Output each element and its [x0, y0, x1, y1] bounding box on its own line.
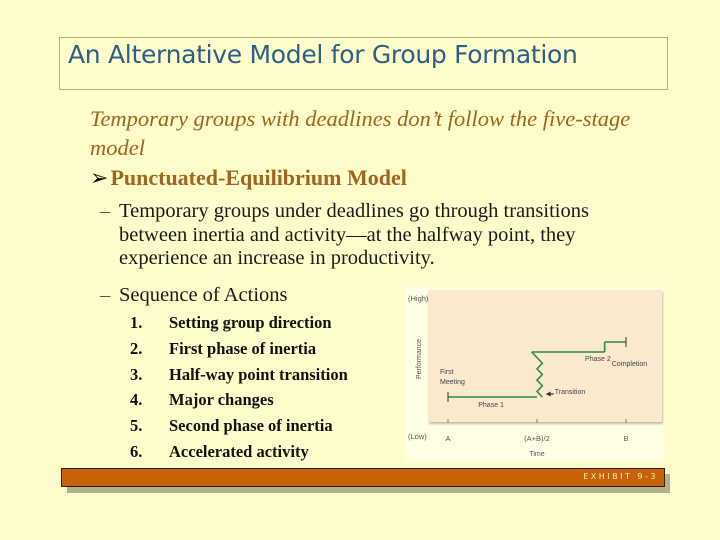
- step-label: Half-way point transition: [169, 364, 348, 384]
- step-label: Setting group direction: [169, 313, 332, 332]
- step-label: Major changes: [169, 390, 274, 410]
- punctuated-equilibrium-chart: (High) (Low) Performance Time A (A+B)/2 B …: [406, 287, 664, 461]
- plot-area: [428, 290, 662, 422]
- chart-annotation: Phase 2: [585, 356, 611, 363]
- chart-annotation: Transition: [555, 389, 586, 396]
- step-label: Second phase of inertia: [169, 416, 333, 436]
- x-tick-label: A: [445, 434, 450, 443]
- y-tick-label-low: (Low): [408, 432, 427, 441]
- step-number: 1.: [130, 313, 143, 332]
- x-tick-label: (A+B)/2: [524, 434, 550, 443]
- step-number: 5.: [130, 416, 143, 436]
- step-label: First phase of inertia: [169, 338, 317, 358]
- sub-bullet-text: Temporary groups under deadlines go thro…: [119, 200, 589, 269]
- step-number: 4.: [130, 390, 143, 410]
- intro-text: Temporary groups with deadlines don’t fo…: [90, 106, 631, 160]
- y-axis-label: Performance: [416, 339, 423, 379]
- y-tick-label-high: (High): [408, 294, 429, 303]
- step-number: 6.: [130, 441, 143, 461]
- step-label: Accelerated activity: [169, 441, 309, 461]
- chart-annotation: Meeting: [440, 379, 465, 386]
- step-number: 3.: [130, 364, 143, 384]
- x-tick-label: B: [623, 434, 628, 443]
- exhibit-label: EXHIBIT 9-3: [583, 472, 658, 481]
- x-axis-label: Time: [529, 451, 544, 458]
- slide-title: An Alternative Model for Group Formation: [68, 40, 578, 69]
- exhibit-bar: EXHIBIT 9-3: [61, 468, 665, 487]
- chart-annotation: First: [440, 369, 454, 376]
- chart-annotation: Phase 1: [478, 402, 504, 409]
- model-heading: ➢Punctuated-Equilibrium Model: [90, 165, 407, 191]
- arrow-bullet-icon: ➢: [90, 165, 109, 190]
- sub-bullet: – Temporary groups under deadlines go th…: [100, 200, 640, 271]
- chart-svg: (High) (Low) Performance Time A (A+B)/2 B …: [408, 290, 662, 458]
- step-number: 2.: [130, 338, 143, 358]
- chart-annotation: Completion: [612, 361, 648, 368]
- dash-bullet-icon: –: [100, 200, 111, 222]
- dash-bullet-icon: –: [100, 284, 111, 306]
- model-heading-text: Punctuated-Equilibrium Model: [110, 165, 407, 190]
